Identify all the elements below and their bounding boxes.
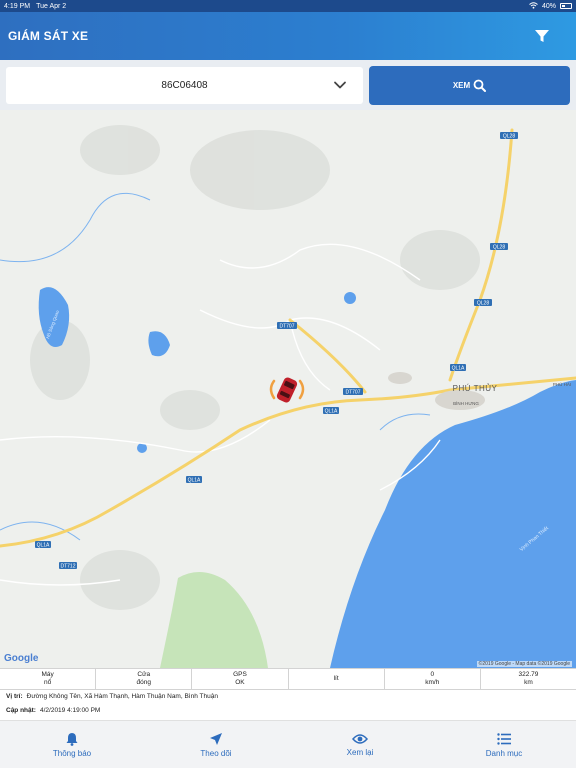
navigation-arrow-icon	[210, 732, 222, 745]
view-button-label: XEM	[452, 81, 471, 90]
road-label: QL28	[503, 134, 515, 140]
fuel-status: lít	[289, 669, 385, 689]
road-label: QL28	[477, 301, 489, 307]
speed-status: 0 km/h	[385, 669, 481, 689]
tab-label: Thông báo	[52, 748, 92, 758]
road-label: DT707	[279, 324, 294, 330]
vehicle-select[interactable]: 86C06408	[6, 67, 363, 104]
status-time: 4:19 PM	[4, 2, 31, 10]
gps-status: GPS OK	[192, 669, 289, 689]
vehicle-select-value: 86C06408	[161, 80, 208, 91]
bottom-tab-bar: Thông báo Theo dõi Xem lại Danh mục	[0, 720, 576, 768]
vehicle-stats: Máy nổ Cửa đóng GPS OK lít 0 km/h 322.79…	[0, 668, 576, 690]
road-label: QL28	[493, 245, 505, 251]
door-status: Cửa đóng	[96, 669, 193, 689]
chevron-down-icon	[334, 81, 346, 89]
road-label: QL1A	[37, 543, 50, 549]
update-value: 4/2/2019 4:19:00 PM	[39, 707, 101, 714]
map-attribution: ©2019 Google - Map data ©2019 Google	[476, 661, 572, 667]
update-label: Cập nhật:	[6, 707, 36, 714]
bell-icon	[66, 732, 78, 746]
pond-area	[148, 331, 170, 357]
place-label: BÌNH HƯNG	[453, 400, 479, 406]
road-label: DT712	[60, 564, 75, 570]
tab-notifications[interactable]: Thông báo	[0, 721, 144, 768]
tab-label: Theo dõi	[200, 748, 232, 758]
sea-area	[330, 380, 576, 668]
location-label: Vị trí:	[6, 693, 23, 700]
battery-percent: 40%	[541, 2, 556, 10]
distance-status: 322.79 km	[518, 671, 539, 686]
google-logo: Google	[4, 653, 39, 664]
status-bar: 4:19 PM Tue Apr 2 40%	[0, 0, 576, 12]
app-header: GIÁM SÁT XE	[0, 12, 576, 60]
engine-status: Máy nổ	[0, 669, 97, 689]
tab-tracking[interactable]: Theo dõi	[144, 721, 288, 768]
status-date: Tue Apr 2	[36, 2, 67, 10]
tab-label: Xem lại	[346, 747, 374, 757]
place-label: PHÚ HÀI	[553, 381, 571, 387]
page-title: GIÁM SÁT XE	[8, 29, 89, 43]
search-icon	[473, 79, 487, 92]
road-label: QL1A	[325, 409, 338, 415]
search-row: 86C06408 XEM	[0, 60, 576, 110]
list-icon	[497, 732, 511, 745]
wifi-icon	[529, 1, 538, 11]
view-button[interactable]: XEM	[369, 66, 570, 105]
battery-icon	[560, 3, 572, 9]
tab-catalog[interactable]: Danh mục	[432, 721, 576, 768]
filter-button[interactable]	[530, 24, 554, 48]
eye-icon	[352, 733, 368, 744]
update-info: Cập nhật: 4/2/2019 4:19:00 PM	[6, 707, 100, 714]
road-label: QL1A	[188, 478, 201, 484]
location-value: Đường Không Tên, Xã Hàm Thạnh, Hàm Thuận…	[26, 693, 218, 700]
vehicle-marker[interactable]	[269, 376, 305, 404]
tab-replay[interactable]: Xem lại	[288, 721, 432, 768]
filter-icon	[535, 30, 549, 42]
map-view[interactable]: QL28 QL28 QL28 DT707 DT707 QL1A QL1A QL1…	[0, 110, 576, 668]
map-canvas: QL28 QL28 QL28 DT707 DT707 QL1A QL1A QL1…	[0, 125, 576, 668]
tab-label: Danh mục	[485, 748, 523, 758]
road-label: QL1A	[452, 366, 465, 372]
city-label: PHÚ THỦY	[453, 384, 498, 393]
pond-area	[344, 292, 356, 304]
park-area	[160, 571, 268, 668]
location-info: Vị trí: Đường Không Tên, Xã Hàm Thạnh, Hà…	[6, 693, 218, 700]
road-label: DT707	[345, 390, 360, 396]
